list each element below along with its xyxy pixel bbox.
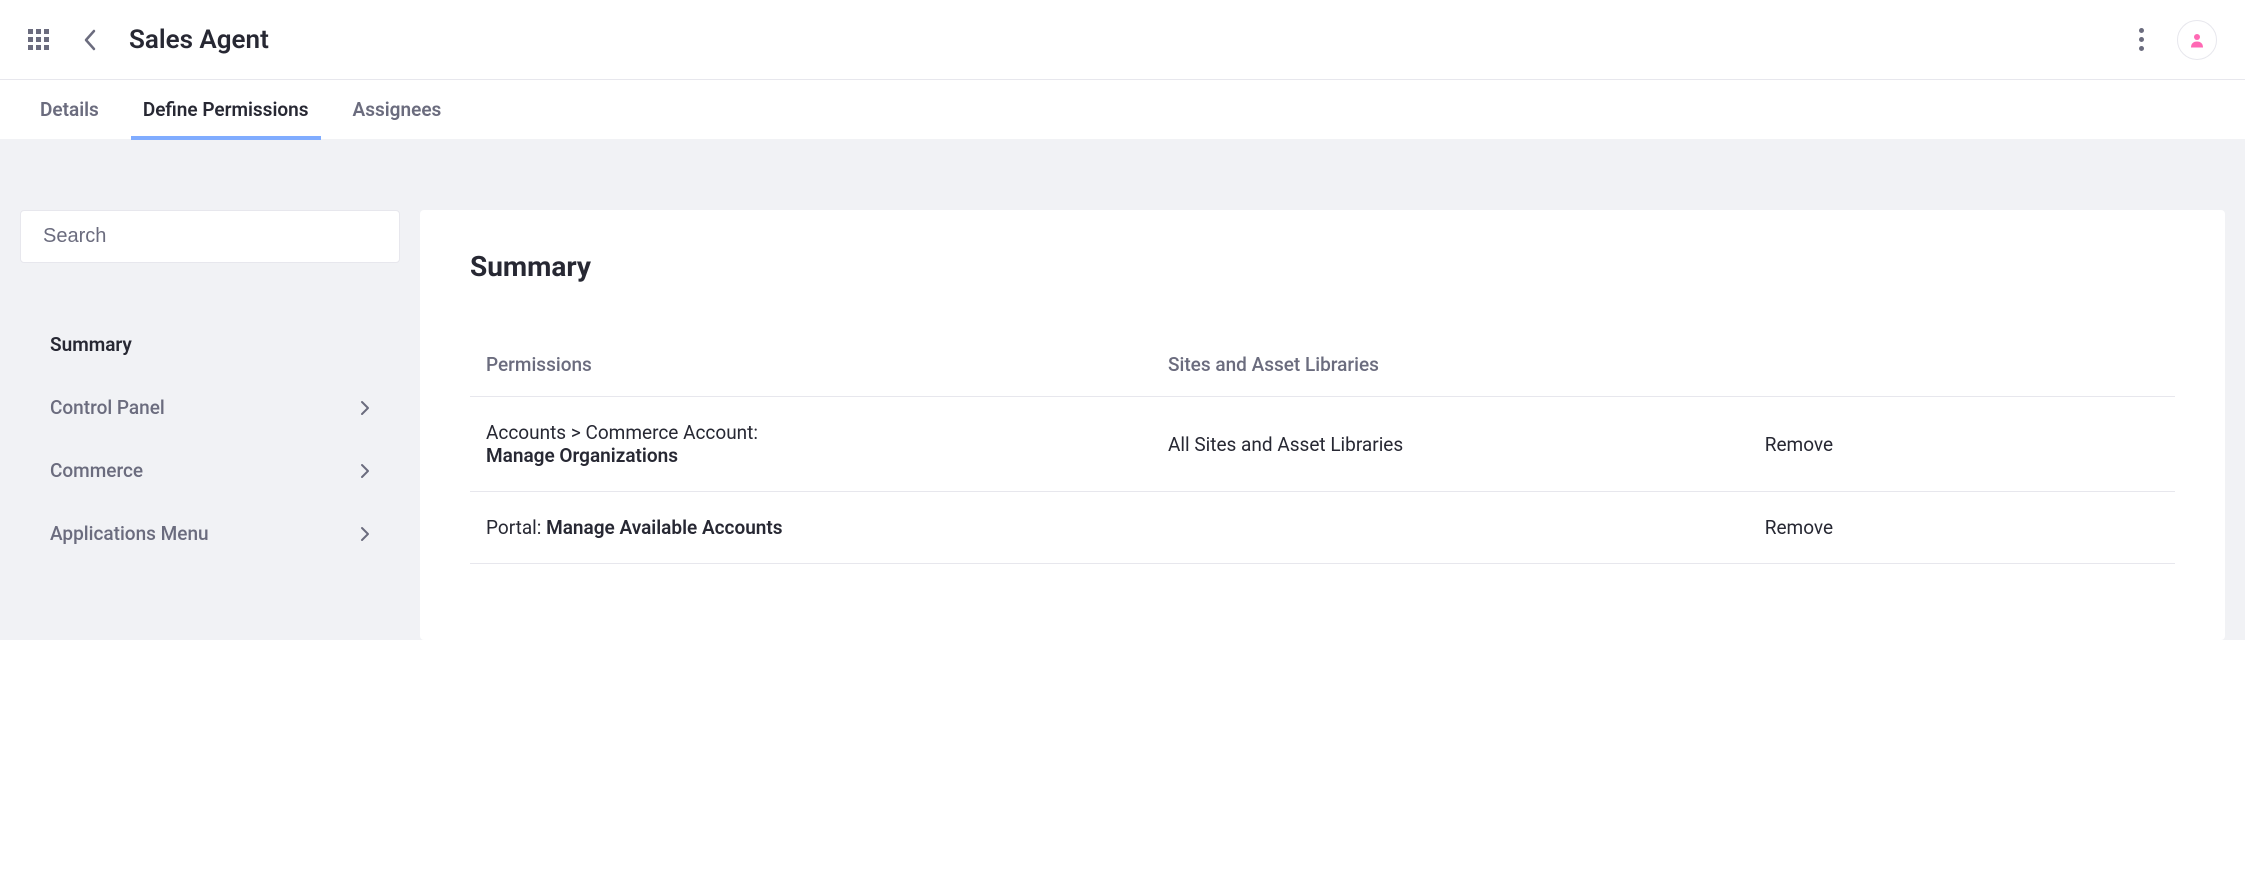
- topbar-right: [2129, 20, 2217, 60]
- permissions-table: Permissions Sites and Asset Libraries Ac…: [470, 353, 2175, 564]
- cell-scope: [1152, 492, 1749, 564]
- apps-grid-icon[interactable]: [28, 29, 49, 50]
- topbar-left: Sales Agent: [28, 25, 269, 55]
- sidebar-item-label: Control Panel: [50, 396, 165, 419]
- dot-icon: [2139, 37, 2144, 42]
- perm-bold: Manage Available Accounts: [546, 516, 782, 539]
- perm-prefix: Accounts > Commerce Account:: [486, 421, 758, 444]
- sidebar-item-control-panel[interactable]: Control Panel: [20, 376, 400, 439]
- sidebar-item-label: Commerce: [50, 459, 143, 482]
- user-avatar[interactable]: [2177, 20, 2217, 60]
- perm-bold: Manage Organizations: [486, 444, 678, 467]
- page-title: Sales Agent: [129, 25, 269, 55]
- more-menu-button[interactable]: [2129, 28, 2153, 52]
- sidebar-item-applications-menu[interactable]: Applications Menu: [20, 502, 400, 565]
- main-panel: Summary Permissions Sites and Asset Libr…: [420, 210, 2225, 640]
- table-row: Accounts > Commerce Account: Manage Orga…: [470, 397, 2175, 492]
- chevron-right-icon: [360, 463, 370, 479]
- perm-prefix: Portal:: [486, 516, 546, 539]
- cell-permission: Accounts > Commerce Account: Manage Orga…: [470, 397, 1152, 492]
- cell-scope: All Sites and Asset Libraries: [1152, 397, 1749, 492]
- search-box[interactable]: [20, 210, 400, 263]
- back-button[interactable]: [77, 28, 101, 52]
- tab-details[interactable]: Details: [40, 80, 99, 139]
- chevron-left-icon: [83, 29, 96, 51]
- col-permissions: Permissions: [470, 353, 1152, 397]
- content-area: Summary Control Panel Commerce Applicati…: [0, 140, 2245, 640]
- search-input[interactable]: [43, 225, 377, 248]
- sidebar-item-label: Summary: [50, 333, 132, 356]
- user-icon: [2188, 31, 2206, 49]
- sidebar-item-summary[interactable]: Summary: [20, 313, 400, 376]
- topbar: Sales Agent: [0, 0, 2245, 80]
- cell-permission: Portal: Manage Available Accounts: [470, 492, 1152, 564]
- sidebar-item-commerce[interactable]: Commerce: [20, 439, 400, 502]
- sidebar: Summary Control Panel Commerce Applicati…: [0, 140, 420, 640]
- remove-link[interactable]: Remove: [1765, 516, 1833, 539]
- tab-assignees[interactable]: Assignees: [353, 80, 442, 139]
- dot-icon: [2139, 46, 2144, 51]
- dot-icon: [2139, 28, 2144, 33]
- panel-title: Summary: [470, 250, 2175, 283]
- sidebar-item-label: Applications Menu: [50, 522, 209, 545]
- tab-define-permissions[interactable]: Define Permissions: [143, 80, 309, 139]
- col-scope: Sites and Asset Libraries: [1152, 353, 1749, 397]
- tabs: Details Define Permissions Assignees: [0, 80, 2245, 140]
- remove-link[interactable]: Remove: [1765, 433, 1833, 456]
- chevron-right-icon: [360, 526, 370, 542]
- chevron-right-icon: [360, 400, 370, 416]
- table-row: Portal: Manage Available Accounts Remove: [470, 492, 2175, 564]
- col-action: [1749, 353, 2175, 397]
